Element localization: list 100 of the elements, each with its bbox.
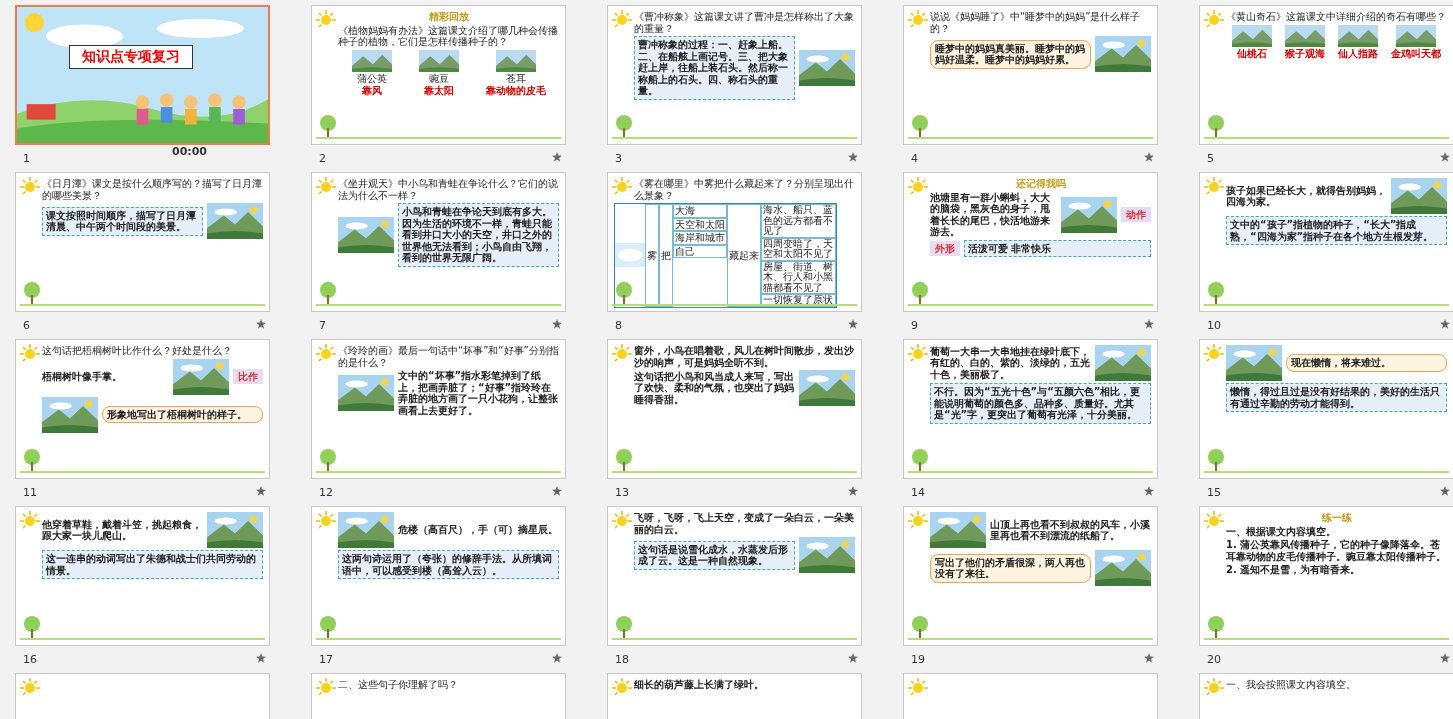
answer-label: 猴子观海: [1285, 47, 1326, 59]
slide-thumbnail[interactable]: 知识点专项复习: [15, 5, 270, 145]
sun-icon: [612, 344, 632, 364]
body-text: 葡萄一大串一大串地挂在绿叶底下，有红的、白的、紫的、淡绿的，五光十色，美丽极了。: [930, 345, 1091, 381]
slide-thumbnail[interactable]: 现在懒惰，将来难过。 懒惰，得过且过是没有好结果的，美好的生活只有通过辛勤的劳动才能得到。: [1199, 339, 1453, 479]
animation-icon[interactable]: [552, 653, 562, 663]
slide-thumbnail[interactable]: 练一练 一、根据课文内容填空。 1. 蒲公英靠风传播种子，它的种子像降落伞。苍耳靠动物的皮毛传播种子。豌豆靠太阳传播种子。 2. 遥知不是雪，为有暗香来。: [1199, 506, 1453, 646]
tree-icon: [1206, 448, 1226, 472]
tree-icon: [318, 114, 338, 138]
body-text: 细长的葫芦藤上长满了绿叶。: [634, 679, 765, 691]
animation-icon[interactable]: [1144, 486, 1154, 496]
slide-number: 6: [22, 319, 30, 332]
sun-icon: [316, 177, 336, 197]
speech-bubble: 现在懒惰，将来难过。: [1286, 354, 1447, 372]
tree-icon: [1206, 114, 1226, 138]
tree-icon: [1206, 281, 1226, 305]
sun-icon: [20, 678, 40, 698]
keyword-label: 比作: [233, 368, 263, 385]
slide-thumbnail[interactable]: 窗外，小鸟在唱着歌，风儿在树叶间散步，发出沙沙的响声，可是妈妈全听不到。 这句话把小鸟和风当成人来写，写出了欢快、柔和的气氛，也突出了妈妈睡得香甜。: [607, 339, 862, 479]
slide-thumbnail[interactable]: 飞呀，飞呀，飞上天空，变成了一朵白云，一朵美丽的白云。 这句话是说雪化成水，水蒸发后形成了云。这是一种自然现象。: [607, 506, 862, 646]
body-text: 山顶上再也看不到叔叔的风车，小溪里再也看不到漂流的纸船了。: [990, 518, 1151, 542]
speech-bubble: 形象地写出了梧桐树叶的样子。: [102, 405, 263, 424]
tree-icon: [318, 448, 338, 472]
sun-icon: [908, 177, 928, 197]
body-text: 一、根据课文内容填空。: [1226, 525, 1337, 537]
answer-box: 这一连串的动词写出了朱德和战士们共同劳动的情景。: [42, 550, 263, 579]
answer-box: 活泼可爱 非常快乐: [964, 239, 1151, 257]
question-text: 二、这些句子你理解了吗？: [338, 679, 459, 691]
slide-number: 18: [614, 653, 629, 666]
speech-bubble: 写出了他们的矛盾很深，两人再也没有了来往。: [930, 553, 1091, 583]
animation-icon[interactable]: [1144, 152, 1154, 162]
slide-thumbnail[interactable]: 《曹冲称象》这篇课文讲了曹冲是怎样称出了大象的重量？ 曹冲称象的过程：一、赶象上船。二、在船舷上画记号。三、把大象赶上岸，往船上装石头。然后称一称船上的石头。四、称石头的重量。: [607, 5, 862, 145]
animation-icon[interactable]: [552, 486, 562, 496]
slide-thumbnail[interactable]: 还记得我吗 池塘里有一群小蝌蚪，大大的脑袋，黑灰色的身子，甩着长长的尾巴，快活地游来游去。 动作 外形 活泼可爱 非常快乐: [903, 172, 1158, 312]
slide-thumbnail[interactable]: 《日月潭》课文是按什么顺序写的？描写了日月潭的哪些美景？ 课文按照时间顺序，描写了日月潭清晨、中午两个时间段的美景。: [15, 172, 270, 312]
question-text: 说说《妈妈睡了》中“睡梦中的妈妈”是什么样子的？: [930, 11, 1142, 34]
table-cell: 四周变暗了，天空和太阳不见了: [761, 237, 836, 261]
slide-number: 17: [318, 653, 333, 666]
answer-label: 仙桃石: [1237, 47, 1268, 59]
body-text: 池塘里有一群小蝌蚪，大大的脑袋，黑灰色的身子，甩着长长的尾巴，快活地游来游去。: [930, 191, 1051, 238]
body-text: 梧桐树叶像手掌。: [42, 370, 123, 383]
slide-number: 7: [318, 319, 326, 332]
animation-icon[interactable]: [848, 653, 858, 663]
animation-icon[interactable]: [552, 152, 562, 162]
slide-number: 13: [614, 486, 629, 499]
slide-thumbnail[interactable]: 一、我会按照课文内容填空。: [1199, 673, 1453, 719]
slide-thumbnail[interactable]: 《雾在哪里》中雾把什么藏起来了？分别呈现出什么景象？ 雾 把 大海 天空和太阳 海岸和城市 自己 藏起来 海水、船只、蓝色的远方都看不见了 四周变暗了，天空和太阳不见了 房屋、街道、树木、行人和小黑猫都看不见了 一切恢复了原状: [607, 172, 862, 312]
question-text: 《黄山奇石》这篇课文中详细介绍的奇石有哪些？: [1226, 11, 1447, 23]
slide-thumbnail[interactable]: 孩子如果已经长大，就得告别妈妈，四海为家。 文中的“孩子”指植物的种子，“长大”指成熟，“四海为家”指种子在各个地方生根发芽。: [1199, 172, 1453, 312]
sun-icon: [612, 511, 632, 531]
question-text: 《植物妈妈有办法》这篇课文介绍了哪几种会传播种子的植物，它们是怎样传播种子的？: [338, 24, 559, 48]
slide-thumbnail[interactable]: 《坐井观天》中小鸟和青蛙在争论什么？它们的说法为什么不一样？ 小鸟和青蛙在争论天到底有多大。因为生活的环境不一样，青蛙只能看到井口大小的天空，井口之外的世界他无法看到；小鸟自由飞翔，看到的世界无限广阔。: [311, 172, 566, 312]
animation-icon[interactable]: [1144, 319, 1154, 329]
sun-icon: [908, 10, 928, 30]
slide-thumbnail[interactable]: 《玲玲的画》最后一句话中“坏事”和“好事”分别指的是什么？ 文中的“坏事”指水彩笔掉到了纸上，把画弄脏了；“好事”指玲玲在弄脏的地方画了一只小花狗，让整张画看上去更好了。: [311, 339, 566, 479]
answer-box: 文中的“孩子”指植物的种子，“长大”指成熟，“四海为家”指种子在各个地方生根发芽。: [1226, 216, 1447, 245]
answer-label: 靠动物的皮毛: [485, 85, 546, 97]
slide-thumbnail[interactable]: 说说《妈妈睡了》中“睡梦中的妈妈”是什么样子的？ 睡梦中的妈妈真美丽。睡梦中的妈妈好温柔。睡梦中的妈妈好累。: [903, 5, 1158, 145]
animation-icon[interactable]: [1144, 653, 1154, 663]
slide-thumbnail[interactable]: 他穿着草鞋，戴着斗笠，挑起粮食，跟大家一块儿爬山。 这一连串的动词写出了朱德和战士们共同劳动的情景。: [15, 506, 270, 646]
answer-label: 金鸡叫天都: [1390, 47, 1441, 59]
slide-thumbnail[interactable]: 细长的葫芦藤上长满了绿叶。: [607, 673, 862, 719]
animation-icon[interactable]: [256, 319, 266, 329]
slide-thumbnail[interactable]: 山顶上再也看不到叔叔的风车，小溪里再也看不到漂流的纸船了。 写出了他们的矛盾很深，两人再也没有了来往。: [903, 506, 1158, 646]
animation-icon[interactable]: [552, 319, 562, 329]
question-text: 这句话把梧桐树叶比作什么？好处是什么？: [42, 345, 233, 357]
answer-box: 小鸟和青蛙在争论天到底有多大。因为生活的环境不一样，青蛙只能看到井口大小的天空，井口之外的世界他无法看到；小鸟自由飞翔，看到的世界无限广阔。: [398, 203, 559, 267]
slide-thumbnail[interactable]: 葡萄一大串一大串地挂在绿叶底下，有红的、白的、紫的、淡绿的，五光十色，美丽极了。 不行。因为“五光十色”与“五颜六色”相比，更能说明葡萄的颜色多、品种多、质量好。尤其是“光”字，更突出了葡萄有光泽，十分美丽。: [903, 339, 1158, 479]
animation-icon[interactable]: [848, 152, 858, 162]
sun-icon: [316, 10, 336, 30]
picture-caption: 豌豆: [428, 72, 449, 84]
animation-icon[interactable]: [1440, 152, 1450, 162]
tree-icon: [614, 281, 634, 305]
slide-number: 12: [318, 486, 333, 499]
slide-thumbnail[interactable]: 二、这些句子你理解了吗？: [311, 673, 566, 719]
answer-label: 仙人指路: [1337, 47, 1378, 59]
slide-number: 9: [910, 319, 918, 332]
answer-box: 课文按照时间顺序，描写了日月潭清晨、中午两个时间段的美景。: [42, 206, 203, 236]
animation-icon[interactable]: [1440, 319, 1450, 329]
slide-thumbnail[interactable]: 《黄山奇石》这篇课文中详细介绍的奇石有哪些？ 仙桃石 猴子观海 仙人指路 金鸡叫天都: [1199, 5, 1453, 145]
animation-icon[interactable]: [1440, 486, 1450, 496]
slide-number: 1: [22, 152, 30, 165]
slide-thumbnail[interactable]: 危楼（高百尺），手（可）摘星辰。 这两句诗运用了（夸张）的修辞手法。从所填词语中，可以感受到楼（高耸入云）。: [311, 506, 566, 646]
body-text: 1. 蒲公英靠风传播种子，它的种子像降落伞。苍耳靠动物的皮毛传播种子。豌豆靠太阳传播种子。: [1226, 539, 1447, 562]
animation-icon[interactable]: [1440, 653, 1450, 663]
animation-icon[interactable]: [256, 486, 266, 496]
tree-icon: [910, 448, 930, 472]
question-text: 《雾在哪里》中雾把什么藏起来了？分别呈现出什么景象？: [634, 178, 855, 201]
animation-icon[interactable]: [848, 486, 858, 496]
table-cell: 雾: [645, 204, 659, 307]
animation-icon[interactable]: [848, 319, 858, 329]
animation-icon[interactable]: [256, 653, 266, 663]
picture-caption: 蒲公英: [356, 72, 387, 84]
question-text: 一、我会按照课文内容填空。: [1226, 679, 1357, 691]
slide-thumbnail[interactable]: 这句话把梧桐树叶比作什么？好处是什么？ 梧桐树叶像手掌。 比作 形象地写出了梧桐树叶的样子。: [15, 339, 270, 479]
question-text: 《日月潭》课文是按什么顺序写的？描写了日月潭的哪些美景？: [42, 178, 263, 201]
sun-icon: [316, 678, 336, 698]
sun-icon: [908, 511, 928, 531]
tree-icon: [318, 281, 338, 305]
slide-thumbnail[interactable]: 精彩回放 《植物妈妈有办法》这篇课文介绍了哪几种会传播种子的植物，它们是怎样传播种子的？ 蒲公英 靠风 豌豆 靠太阳 苍耳 靠动物的皮毛: [311, 5, 566, 145]
